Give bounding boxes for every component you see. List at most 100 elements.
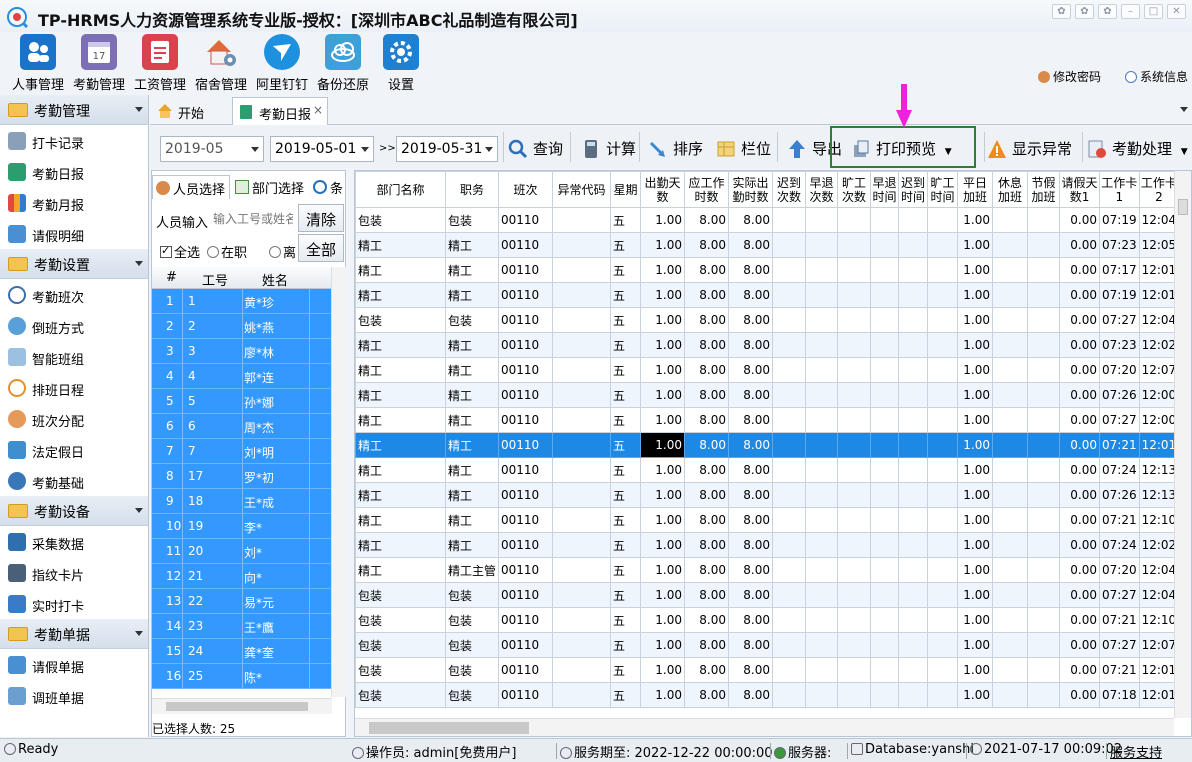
- table-cell[interactable]: 精工: [444, 532, 500, 558]
- table-cell[interactable]: [552, 232, 612, 258]
- nav-item-monthly-report[interactable]: 考勤月报: [0, 187, 148, 218]
- table-cell[interactable]: [837, 657, 872, 683]
- person-list-row[interactable]: 4 4 郭*连: [152, 364, 347, 389]
- table-cell[interactable]: [552, 632, 612, 658]
- table-cell[interactable]: [552, 432, 612, 458]
- table-cell[interactable]: [898, 557, 929, 583]
- table-cell[interactable]: [992, 407, 1029, 433]
- table-cell[interactable]: 8.00: [728, 382, 774, 408]
- table-cell[interactable]: [1027, 257, 1061, 283]
- table-cell[interactable]: [898, 457, 929, 483]
- table-cell[interactable]: 07:27: [1099, 407, 1140, 433]
- table-cell[interactable]: [1027, 507, 1061, 533]
- table-cell[interactable]: [772, 632, 807, 658]
- table-cell[interactable]: [552, 307, 612, 333]
- table-cell[interactable]: [552, 482, 612, 508]
- column-header[interactable]: 迟到次数: [772, 171, 807, 208]
- table-cell[interactable]: 1.00: [640, 532, 686, 558]
- table-cell[interactable]: [837, 382, 872, 408]
- table-cell[interactable]: [772, 232, 807, 258]
- nav-item-schedule[interactable]: 排班日程: [0, 372, 148, 403]
- table-cell[interactable]: 8.00: [684, 657, 730, 683]
- table-cell[interactable]: [552, 532, 612, 558]
- table-cell[interactable]: 8.00: [684, 282, 730, 308]
- table-cell[interactable]: 包装: [355, 307, 446, 333]
- table-cell[interactable]: [772, 282, 807, 308]
- table-cell[interactable]: 07:19: [1099, 207, 1140, 233]
- table-cell[interactable]: [837, 607, 872, 633]
- table-cell[interactable]: 五: [610, 257, 642, 283]
- table-cell[interactable]: [552, 357, 612, 383]
- table-cell[interactable]: 00110: [498, 432, 554, 458]
- table-cell[interactable]: 1.00: [640, 307, 686, 333]
- toolbar-attendance-button[interactable]: 17 考勤管理: [69, 34, 129, 93]
- columns-button[interactable]: 栏位: [713, 133, 771, 163]
- table-cell[interactable]: 12:00: [1138, 382, 1180, 408]
- table-cell[interactable]: [805, 257, 839, 283]
- table-cell[interactable]: 8.00: [684, 557, 730, 583]
- table-cell[interactable]: [805, 457, 839, 483]
- table-cell[interactable]: [898, 357, 929, 383]
- table-cell[interactable]: 12:01: [1138, 682, 1180, 708]
- table-cell[interactable]: 1.00: [640, 432, 686, 458]
- all-button[interactable]: 全部: [298, 234, 344, 262]
- table-cell[interactable]: [870, 532, 900, 558]
- table-cell[interactable]: 1.00: [957, 307, 994, 333]
- table-cell[interactable]: [805, 357, 839, 383]
- tab-dept-select[interactable]: 部门选择: [232, 175, 308, 199]
- table-cell[interactable]: 8.00: [728, 457, 774, 483]
- column-header[interactable]: 旷工次数: [837, 171, 872, 208]
- table-cell[interactable]: [992, 632, 1029, 658]
- grid-vscrollbar[interactable]: [1174, 171, 1191, 718]
- table-cell[interactable]: 1.00: [640, 557, 686, 583]
- table-cell[interactable]: [898, 607, 929, 633]
- table-cell[interactable]: 精工: [444, 232, 500, 258]
- table-cell[interactable]: 00110: [498, 407, 554, 433]
- column-header[interactable]: 星期: [610, 171, 642, 208]
- table-cell[interactable]: [927, 682, 959, 708]
- table-cell[interactable]: [1027, 682, 1061, 708]
- table-cell[interactable]: [898, 232, 929, 258]
- table-cell[interactable]: 精工: [444, 507, 500, 533]
- table-cell[interactable]: 精工: [355, 407, 446, 433]
- table-row[interactable]: 精工 精工 00110 五 1.00 8.00 8.00 1.00 0.00 07:24 12:02: [355, 532, 1180, 558]
- table-cell[interactable]: 12:10: [1138, 507, 1180, 533]
- table-cell[interactable]: 五: [610, 432, 642, 458]
- table-cell[interactable]: 8.00: [684, 232, 730, 258]
- nav-item-leave-forms[interactable]: 请假单据: [0, 649, 148, 680]
- table-cell[interactable]: [552, 282, 612, 308]
- table-cell[interactable]: 8.00: [728, 207, 774, 233]
- table-cell[interactable]: 1.00: [957, 607, 994, 633]
- table-cell[interactable]: [870, 382, 900, 408]
- table-cell[interactable]: [927, 382, 959, 408]
- table-cell[interactable]: 8.00: [728, 257, 774, 283]
- table-cell[interactable]: [805, 607, 839, 633]
- table-cell[interactable]: 0.00: [1059, 357, 1101, 383]
- table-cell[interactable]: 五: [610, 382, 642, 408]
- table-row[interactable]: 精工 精工主管 00110 五 1.00 8.00 8.00 1.00 0.00 07:20 12:…: [355, 557, 1180, 583]
- table-cell[interactable]: [772, 357, 807, 383]
- table-cell[interactable]: 0.00: [1059, 607, 1101, 633]
- table-row[interactable]: 精工 精工 00110 五 1.00 8.00 8.00 1.00 0.00 07:21 12:01: [355, 432, 1180, 458]
- table-cell[interactable]: 8.00: [684, 682, 730, 708]
- table-cell[interactable]: [898, 382, 929, 408]
- table-cell[interactable]: [772, 257, 807, 283]
- table-cell[interactable]: [927, 557, 959, 583]
- table-cell[interactable]: 0.00: [1059, 507, 1101, 533]
- table-cell[interactable]: 1.00: [640, 357, 686, 383]
- table-cell[interactable]: [992, 207, 1029, 233]
- table-cell[interactable]: [552, 407, 612, 433]
- nav-item-shifts[interactable]: 考勤班次: [0, 279, 148, 310]
- nav-group-devices[interactable]: 考勤设备: [0, 496, 148, 526]
- sort-button[interactable]: 排序: [645, 133, 703, 163]
- nav-item-realtime-punch[interactable]: 实时打卡: [0, 588, 148, 619]
- table-cell[interactable]: [552, 557, 612, 583]
- table-cell[interactable]: [898, 307, 929, 333]
- table-cell[interactable]: 00110: [498, 357, 554, 383]
- table-cell[interactable]: 1.00: [957, 507, 994, 533]
- table-cell[interactable]: [927, 632, 959, 658]
- table-cell[interactable]: 精工: [444, 457, 500, 483]
- table-cell[interactable]: 12:13: [1138, 457, 1180, 483]
- table-cell[interactable]: [837, 407, 872, 433]
- tab-daily-report[interactable]: 考勤日报 ×: [232, 97, 328, 125]
